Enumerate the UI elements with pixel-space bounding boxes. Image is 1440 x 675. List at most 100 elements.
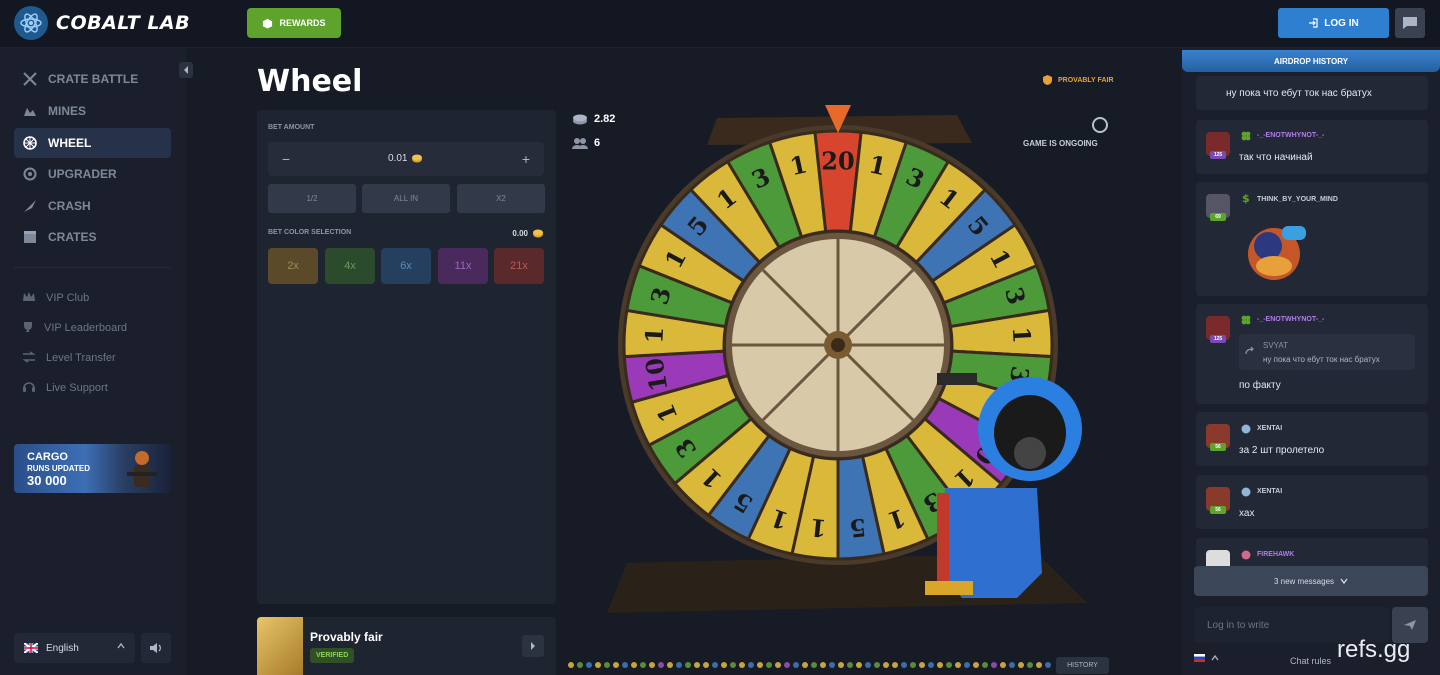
color-bet-6x[interactable]: 6x bbox=[381, 248, 431, 284]
provably-fair-link[interactable]: PROVABLY FAIR bbox=[1043, 75, 1114, 85]
new-messages-button[interactable]: 3 new messages bbox=[1194, 566, 1428, 596]
clover-rank-icon bbox=[1240, 314, 1252, 326]
color-total: 0.00 bbox=[512, 229, 544, 238]
language-label: English bbox=[46, 642, 79, 654]
chat-panel: AIRDROP HISTORY ну пока что ебут ток нас… bbox=[1182, 48, 1440, 675]
username[interactable]: -_-ENOTWHYNOT-_- bbox=[1257, 132, 1324, 139]
svg-text:$: $ bbox=[1242, 192, 1250, 204]
history-dot bbox=[757, 662, 763, 668]
history-dot bbox=[1045, 662, 1051, 668]
username[interactable]: XENTAI bbox=[1257, 425, 1282, 432]
history-dot bbox=[910, 662, 916, 668]
decrease-bet-button[interactable]: − bbox=[276, 149, 296, 169]
wheel-game: 20131513131101315115131101315131 bbox=[607, 105, 1087, 613]
sidebar-item-live-support[interactable]: Live Support bbox=[14, 375, 171, 401]
history-dot bbox=[991, 662, 997, 668]
collapse-sidebar-button[interactable] bbox=[179, 62, 193, 78]
history-button[interactable]: HISTORY bbox=[1056, 657, 1109, 674]
wheel-icon bbox=[22, 135, 38, 151]
sidebar-item-wheel[interactable]: WHEEL bbox=[14, 128, 171, 158]
history-dot bbox=[955, 662, 961, 668]
reply-quote[interactable]: SVYAT ну пока что ебут ток нас братух bbox=[1239, 334, 1415, 370]
promo-title: CARGO bbox=[27, 451, 68, 463]
history-dot bbox=[865, 662, 871, 668]
sidebar-item-crates[interactable]: CRATES bbox=[14, 222, 171, 252]
sidebar-item-vip-leaderboard[interactable]: VIP Leaderboard bbox=[14, 315, 171, 341]
chat-language-selector[interactable] bbox=[1194, 654, 1219, 662]
double-bet-button[interactable]: X2 bbox=[457, 184, 545, 213]
sidebar-item-vip-club[interactable]: VIP Club bbox=[14, 285, 171, 311]
uk-flag-icon bbox=[24, 643, 38, 653]
color-bet-21x[interactable]: 21x bbox=[494, 248, 544, 284]
language-selector[interactable]: English bbox=[14, 633, 135, 663]
level-badge: 56 bbox=[1210, 443, 1226, 451]
history-dot bbox=[982, 662, 988, 668]
history-dot bbox=[784, 662, 790, 668]
heart-rank-icon bbox=[1240, 549, 1252, 561]
cargo-promo-banner[interactable]: CARGO RUNS UPDATED 30 000 bbox=[14, 444, 171, 493]
all-in-button[interactable]: ALL IN bbox=[362, 184, 450, 213]
username[interactable]: FIREHAWK bbox=[1257, 551, 1294, 558]
history-dot bbox=[721, 662, 727, 668]
bet-amount-value: 0.01 bbox=[388, 153, 408, 164]
chevron-right-icon bbox=[531, 642, 535, 650]
clover-rank-icon bbox=[1240, 130, 1252, 142]
chat-icon bbox=[1403, 17, 1417, 29]
sidebar-item-upgrader[interactable]: UPGRADER bbox=[14, 159, 171, 189]
provably-fair-label: PROVABLY FAIR bbox=[1058, 76, 1114, 84]
username[interactable]: -_-ENOTWHYNOT-_- bbox=[1257, 316, 1324, 323]
history-dot bbox=[1018, 662, 1024, 668]
expand-fair-button[interactable] bbox=[522, 635, 544, 657]
history-dot bbox=[937, 662, 943, 668]
sidebar-item-label: Level Transfer bbox=[46, 352, 116, 364]
sidebar-item-label: VIP Club bbox=[46, 292, 90, 304]
color-bet-4x[interactable]: 4x bbox=[325, 248, 375, 284]
color-bet-11x[interactable]: 11x bbox=[438, 248, 488, 284]
message-text: хах bbox=[1239, 508, 1255, 519]
history-dot bbox=[1036, 662, 1042, 668]
speaker-icon bbox=[150, 643, 161, 653]
history-dot bbox=[856, 662, 862, 668]
sidebar-item-crash[interactable]: CRASH bbox=[14, 191, 171, 221]
half-bet-button[interactable]: 1/2 bbox=[268, 184, 356, 213]
history-dot bbox=[838, 662, 844, 668]
airdrop-history-tab[interactable]: AIRDROP HISTORY bbox=[1182, 50, 1440, 72]
logo[interactable]: COBALT LAB bbox=[14, 6, 190, 40]
sidebar-item-label: CRASH bbox=[48, 199, 91, 213]
wheel-segment-label: 1 bbox=[639, 326, 669, 344]
crown-icon bbox=[22, 291, 36, 306]
chat-message: 125 -_-ENOTWHYNOT-_- так что начинай bbox=[1196, 120, 1428, 174]
history-dot bbox=[640, 662, 646, 668]
history-dot bbox=[766, 662, 772, 668]
rewards-label: REWARDS bbox=[279, 18, 326, 28]
wheel-segment-label: 1 bbox=[808, 513, 828, 544]
sidebar-item-level-transfer[interactable]: Level Transfer bbox=[14, 345, 171, 371]
history-dot bbox=[802, 662, 808, 668]
sidebar-item-mines[interactable]: MINES bbox=[14, 96, 171, 126]
mines-icon bbox=[22, 103, 38, 119]
increase-bet-button[interactable]: + bbox=[516, 149, 536, 169]
login-button[interactable]: LOG IN bbox=[1278, 8, 1389, 38]
history-dot bbox=[901, 662, 907, 668]
username[interactable]: THINK_BY_YOUR_MIND bbox=[1257, 196, 1338, 203]
history-dot bbox=[748, 662, 754, 668]
color-total-value: 0.00 bbox=[512, 229, 528, 238]
bet-amount-input[interactable]: − 0.01 + bbox=[268, 142, 544, 176]
color-bet-2x[interactable]: 2x bbox=[268, 248, 318, 284]
soldier-illustration bbox=[127, 451, 157, 487]
reply-arrow-icon bbox=[1245, 347, 1254, 355]
message-text: по факту bbox=[1239, 380, 1281, 391]
provably-fair-card[interactable]: Provably fair VERIFIED bbox=[257, 617, 556, 675]
history-dot bbox=[919, 662, 925, 668]
crash-icon bbox=[22, 198, 38, 214]
rewards-button[interactable]: REWARDS bbox=[247, 8, 341, 38]
chat-toggle-button[interactable] bbox=[1395, 8, 1425, 38]
sidebar-item-crate-battle[interactable]: CRATE BATTLE bbox=[14, 64, 171, 94]
history-dot bbox=[694, 662, 700, 668]
chat-rules-link[interactable]: Chat rules bbox=[1290, 656, 1331, 666]
username[interactable]: XENTAI bbox=[1257, 488, 1282, 495]
sound-toggle-button[interactable] bbox=[141, 633, 171, 663]
watermark: refs.gg bbox=[1337, 636, 1411, 663]
brand-name: COBALT LAB bbox=[56, 12, 191, 34]
dollar-rank-icon: $ bbox=[1240, 192, 1252, 204]
